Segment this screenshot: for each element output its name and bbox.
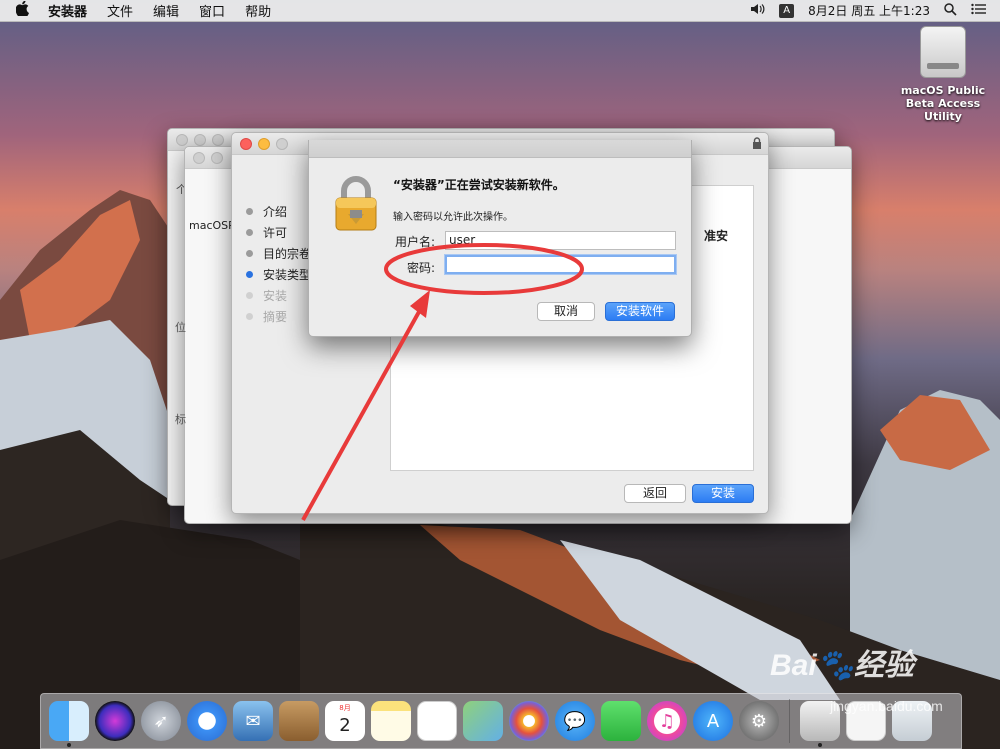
install-button[interactable]: 安装 [692, 484, 754, 503]
menu-edit[interactable]: 编辑 [153, 1, 179, 20]
menu-app-name[interactable]: 安装器 [48, 1, 87, 20]
volume-icon[interactable] [750, 3, 765, 18]
menu-file[interactable]: 文件 [107, 1, 133, 20]
auth-dialog-title: “安装器”正在尝试安装新软件。 [393, 178, 565, 192]
calendar-day: 2 [339, 715, 351, 736]
step-label: 摘要 [263, 310, 288, 324]
input-source-indicator[interactable]: A [779, 3, 795, 18]
spotlight-search-icon[interactable] [944, 2, 957, 19]
close-button[interactable] [240, 138, 252, 150]
reminders-icon[interactable] [417, 701, 457, 741]
itunes-icon[interactable]: ♫ [647, 701, 687, 741]
external-drive-icon [920, 26, 966, 78]
zoom-button-inactive[interactable] [212, 134, 224, 146]
siri-icon[interactable] [95, 701, 135, 741]
step-dot [246, 292, 253, 299]
photos-icon[interactable] [509, 701, 549, 741]
safari-icon[interactable] [187, 701, 227, 741]
running-indicator [818, 743, 822, 747]
menu-extras: A 8月2日 周五 上午1:23 [750, 2, 986, 19]
username-label: 用户名: [394, 235, 435, 249]
auth-dialog-subtitle: 输入密码以允许此次操作。 [393, 212, 513, 223]
watermark-url: jingyan.baidu.com [830, 698, 943, 714]
auth-dialog-top-bar [309, 140, 691, 158]
step-dot [246, 208, 253, 215]
step-summary: 摘要 [246, 306, 311, 327]
mail-icon[interactable]: ✉ [233, 701, 273, 741]
step-intro: 介绍 [246, 201, 311, 222]
lock-icon [753, 137, 761, 149]
step-license: 许可 [246, 222, 311, 243]
menu-clock[interactable]: 8月2日 周五 上午1:23 [808, 2, 930, 19]
step-dot-active [246, 271, 253, 278]
install-software-button[interactable]: 安装软件 [605, 302, 675, 321]
back-item-label: macOSP [189, 219, 235, 232]
step-install-type: 安装类型 [246, 264, 311, 285]
content-peek-text: 准安 [704, 229, 729, 243]
installer-steps: 介绍 许可 目的宗卷 安装类型 安装 摘要 [246, 201, 311, 327]
minimize-button-inactive[interactable] [211, 152, 223, 164]
step-label: 安装 [263, 289, 288, 303]
desktop-drive[interactable]: macOS Public Beta Access Utility [888, 26, 998, 123]
auth-dialog: “安装器”正在尝试安装新软件。 输入密码以允许此次操作。 用户名: user 密… [308, 140, 692, 337]
minimize-button[interactable] [258, 138, 270, 150]
launchpad-icon[interactable]: ➶ [141, 701, 181, 741]
notes-icon[interactable] [371, 701, 411, 741]
step-dot [246, 313, 253, 320]
apple-menu-icon[interactable] [15, 0, 34, 20]
step-dot [246, 229, 253, 236]
close-button-inactive[interactable] [176, 134, 188, 146]
maps-icon[interactable] [463, 701, 503, 741]
messages-icon[interactable]: 💬 [555, 701, 595, 741]
username-field[interactable]: user [445, 231, 676, 250]
cancel-button[interactable]: 取消 [537, 302, 595, 321]
menu-bar: 安装器 文件 编辑 窗口 帮助 A 8月2日 周五 上午1:23 [0, 0, 1000, 22]
zoom-button[interactable] [276, 138, 288, 150]
appstore-icon[interactable]: A [693, 701, 733, 741]
close-button-inactive[interactable] [193, 152, 205, 164]
step-destination: 目的宗卷 [246, 243, 311, 264]
system-preferences-icon[interactable]: ⚙ [739, 701, 779, 741]
step-label: 介绍 [263, 205, 288, 219]
calendar-month: 8月 [339, 704, 351, 712]
facetime-icon[interactable] [601, 701, 641, 741]
step-label: 安装类型 [263, 268, 312, 282]
notification-center-icon[interactable] [971, 3, 986, 18]
step-label: 许可 [263, 226, 288, 240]
baidu-watermark: Bai🐾经验 [770, 649, 915, 682]
running-indicator [67, 743, 71, 747]
step-install: 安装 [246, 285, 311, 306]
calendar-icon[interactable]: 8月 2 [325, 701, 365, 741]
step-label: 目的宗卷 [263, 247, 312, 261]
back-label-biao: 标 [175, 413, 186, 426]
step-dot [246, 250, 253, 257]
padlock-icon [335, 176, 377, 231]
back-button[interactable]: 返回 [624, 484, 686, 503]
minimize-button-inactive[interactable] [194, 134, 206, 146]
finder-icon[interactable] [49, 701, 89, 747]
desktop-drive-label: macOS Public Beta Access Utility [900, 84, 986, 123]
menu-window[interactable]: 窗口 [199, 1, 225, 20]
password-label: 密码: [406, 261, 435, 275]
password-field[interactable] [445, 255, 676, 274]
contacts-icon[interactable] [279, 701, 319, 741]
menu-help[interactable]: 帮助 [245, 1, 271, 20]
dock-separator [789, 699, 790, 743]
back-label-wei: 位 [175, 321, 186, 334]
dock: ➶ ✉ 8月 2 💬 ♫ A ⚙ [40, 693, 962, 749]
